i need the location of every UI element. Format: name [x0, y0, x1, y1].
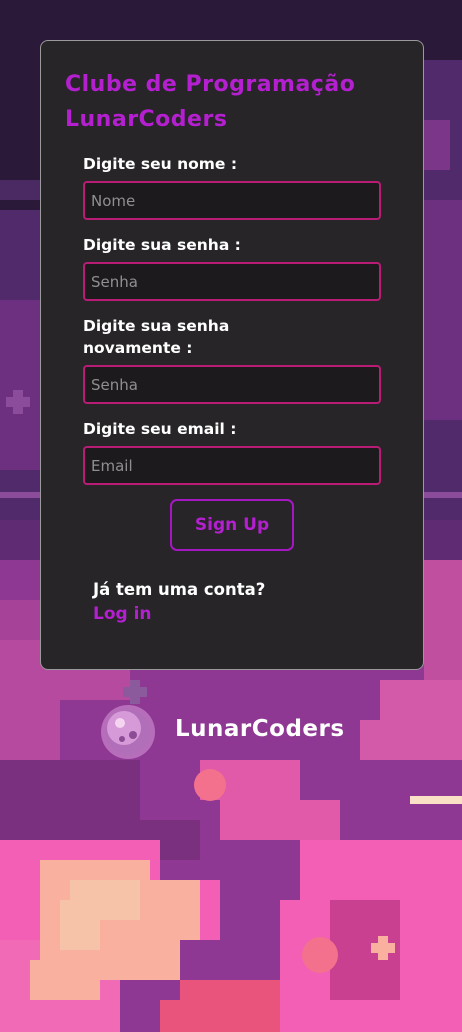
- brand-name: LunarCoders: [175, 716, 345, 742]
- password-label: Digite sua senha :: [83, 236, 241, 254]
- password-input[interactable]: [83, 262, 381, 301]
- moon-logo-icon: [101, 705, 155, 759]
- signup-form: Digite seu nome : Digite sua senha : Dig…: [83, 153, 381, 551]
- brand-footer: LunarCoders: [100, 702, 400, 762]
- title-line-2: LunarCoders: [65, 107, 228, 132]
- signup-button-row: Sign Up: [83, 499, 381, 551]
- signup-button[interactable]: Sign Up: [170, 499, 294, 551]
- email-input[interactable]: [83, 446, 381, 485]
- login-link[interactable]: Log in: [93, 602, 152, 626]
- account-question: Já tem uma conta?: [93, 580, 266, 599]
- email-label: Digite seu email :: [83, 420, 237, 438]
- name-input[interactable]: [83, 181, 381, 220]
- page-title: Clube de Programação LunarCoders: [65, 67, 401, 137]
- name-label: Digite seu nome :: [83, 155, 238, 173]
- title-line-1: Clube de Programação: [65, 72, 356, 97]
- confirm-password-label: Digite sua senha novamente :: [83, 317, 230, 357]
- signup-card: Clube de Programação LunarCoders Digite …: [40, 40, 424, 670]
- confirm-password-input[interactable]: [83, 365, 381, 404]
- login-prompt: Já tem uma conta? Log in: [93, 577, 401, 626]
